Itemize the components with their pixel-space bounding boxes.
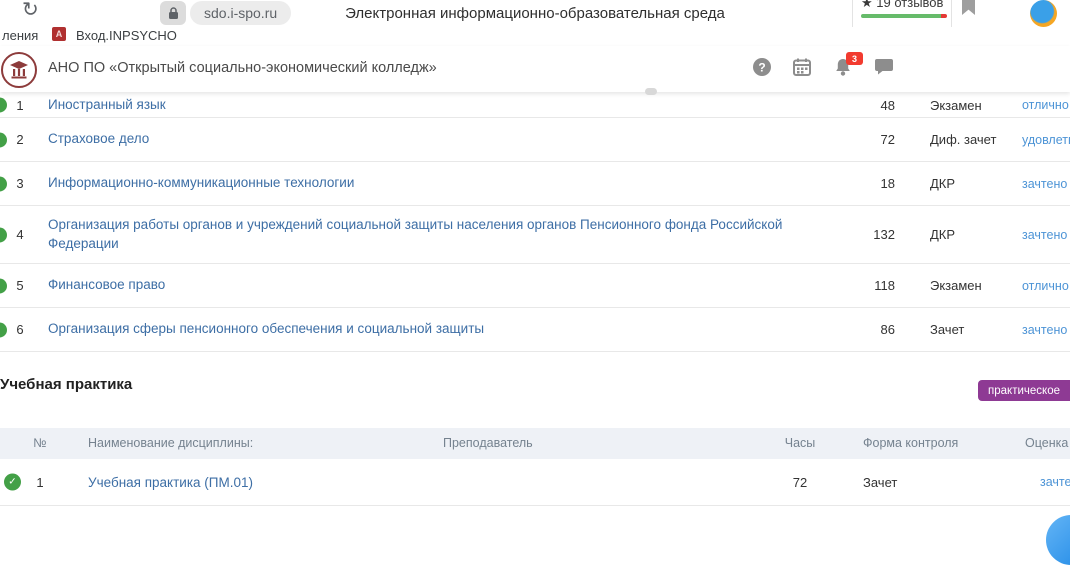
- col-header-name: Наименование дисциплины:: [88, 436, 253, 450]
- bookmark-favicon-icon: A: [52, 27, 66, 41]
- hours-value: 86: [845, 322, 895, 337]
- row-number: 2: [0, 132, 40, 147]
- practice-table-header: № Наименование дисциплины: Преподаватель…: [0, 428, 1070, 459]
- svg-text:?: ?: [758, 61, 765, 75]
- row-number: 3: [0, 176, 40, 191]
- grade-link[interactable]: зачтено: [1022, 177, 1067, 191]
- discipline-link[interactable]: Учебная практика (ПМ.01): [88, 475, 253, 490]
- row-number: 1: [0, 98, 40, 113]
- table-row: ✓ 1 Учебная практика (ПМ.01) 72 Зачет за…: [0, 459, 1070, 506]
- browser-chrome: ↻ sdo.i-spo.ru Электронная информационно…: [0, 0, 1070, 47]
- hours-value: 132: [845, 227, 895, 242]
- profile-avatar[interactable]: [1030, 0, 1057, 27]
- college-logo-icon[interactable]: [1, 52, 37, 88]
- col-header-teacher: Преподаватель: [443, 436, 533, 450]
- table-row: 3 Информационно-коммуникационные техноло…: [0, 162, 1070, 206]
- control-form: Диф. зачет: [930, 132, 996, 147]
- control-form: ДКР: [930, 227, 955, 242]
- bookmark-item-partial[interactable]: ления: [2, 28, 38, 43]
- row-number: 1: [30, 475, 50, 490]
- status-check-icon: ✓: [4, 474, 21, 491]
- section-title: Учебная практика: [0, 376, 132, 393]
- reviews-badge[interactable]: ★ 19 отзывов: [861, 0, 947, 18]
- notification-count-badge: 3: [846, 52, 863, 65]
- grade-link[interactable]: отлично: [1022, 279, 1069, 293]
- control-form: Зачет: [930, 322, 964, 337]
- reviews-text: ★ 19 отзывов: [861, 0, 943, 10]
- practice-badge[interactable]: практическое: [978, 380, 1070, 401]
- control-form: Экзамен: [930, 98, 982, 113]
- grade-link[interactable]: зачтено: [1022, 323, 1067, 337]
- practice-section: Учебная практика практическое № Наименов…: [0, 346, 1070, 506]
- discipline-link[interactable]: Финансовое право: [48, 276, 165, 294]
- hours-value: 72: [845, 132, 895, 147]
- messages-icon[interactable]: [874, 57, 896, 79]
- hours-value: 72: [770, 475, 830, 490]
- bookmark-item-inpsycho[interactable]: Вход.INPSYCHO: [76, 28, 177, 43]
- col-header-grade: Оценка: [1025, 436, 1068, 450]
- table-row: 5 Финансовое право 118 Экзамен отлично: [0, 264, 1070, 308]
- org-name: АНО ПО «Открытый социально-экономический…: [48, 60, 437, 76]
- discipline-link[interactable]: Информационно-коммуникационные технологи…: [48, 174, 354, 192]
- hours-value: 118: [845, 278, 895, 293]
- grades-table: 1 Иностранный язык 48 Экзамен отлично 2 …: [0, 93, 1070, 352]
- col-header-hours: Часы: [770, 436, 830, 450]
- control-form: Экзамен: [930, 278, 982, 293]
- discipline-link[interactable]: Страховое дело: [48, 130, 149, 148]
- col-header-num: №: [30, 436, 50, 450]
- divider: [951, 0, 952, 27]
- control-form: Зачет: [863, 475, 897, 490]
- row-number: 4: [0, 227, 40, 242]
- col-header-control: Форма контроля: [863, 436, 958, 450]
- discipline-link[interactable]: Организация сферы пенсионного обеспечени…: [48, 320, 484, 338]
- floating-chat-button[interactable]: [1046, 515, 1070, 565]
- help-icon[interactable]: ?: [752, 57, 774, 79]
- hours-value: 18: [845, 176, 895, 191]
- grade-link[interactable]: зачтено: [1040, 475, 1070, 489]
- site-header: АНО ПО «Открытый социально-экономический…: [0, 46, 1070, 92]
- grade-link[interactable]: отлично: [1022, 98, 1069, 112]
- row-number: 5: [0, 278, 40, 293]
- divider: [852, 0, 853, 27]
- calendar-icon[interactable]: [792, 57, 814, 79]
- grade-link[interactable]: удовлетворительно: [1022, 133, 1070, 147]
- row-number: 6: [0, 322, 40, 337]
- table-row: 4 Организация работы органов и учреждени…: [0, 206, 1070, 264]
- table-row: 1 Иностранный язык 48 Экзамен отлично: [0, 93, 1070, 118]
- hours-value: 48: [845, 98, 895, 113]
- discipline-link[interactable]: Иностранный язык: [48, 96, 166, 114]
- rating-bar: [861, 14, 947, 18]
- control-form: ДКР: [930, 176, 955, 191]
- grade-link[interactable]: зачтено: [1022, 228, 1067, 242]
- bookmarks-bar: ления A Вход.INPSYCHO: [0, 27, 1070, 45]
- table-row: 2 Страховое дело 72 Диф. зачет удовлетво…: [0, 118, 1070, 162]
- college-emblem: [7, 58, 31, 82]
- discipline-link[interactable]: Организация работы органов и учреждений …: [48, 216, 793, 252]
